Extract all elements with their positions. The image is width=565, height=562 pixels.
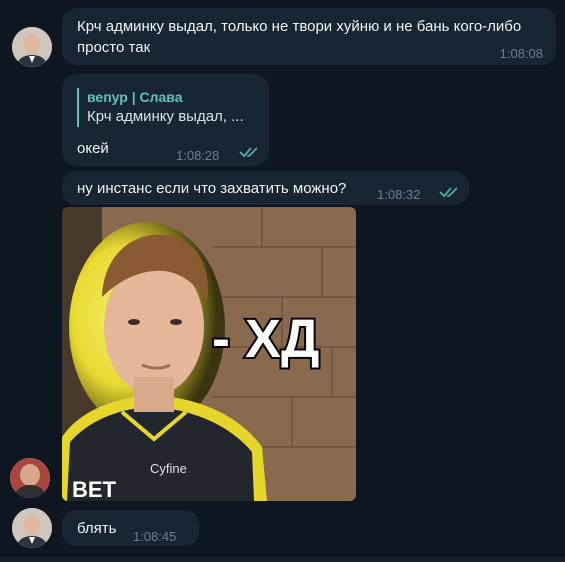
message-bubble-reply[interactable]: вепур | Слава Крч админку выдал, ... оке…: [62, 74, 269, 166]
reply-text: Крч админку выдал, ...: [87, 108, 244, 125]
composer-edge: [0, 557, 565, 562]
chat-view: Крч админку выдал, только не твори хуйню…: [0, 0, 565, 562]
avatar[interactable]: [12, 508, 52, 548]
reply-preview[interactable]: вепур | Слава Крч админку выдал, ...: [77, 88, 267, 127]
message-text: Крч админку выдал, только не твори хуйню…: [77, 18, 522, 56]
message-bubble[interactable]: Крч админку выдал, только не твори хуйню…: [62, 8, 556, 65]
message-text: окей: [77, 140, 109, 157]
message-bubble[interactable]: блять 1:08:45: [62, 510, 199, 546]
double-check-icon: [239, 144, 261, 165]
reply-author: вепур | Слава: [87, 89, 183, 105]
message-bubble[interactable]: ну инстанс если что захватить можно? 1:0…: [62, 171, 469, 205]
message-time: 1:08:08: [499, 46, 543, 61]
double-check-icon: [439, 184, 461, 205]
message-text: ну инстанс если что захватить можно?: [77, 180, 347, 197]
message-time: 1:08:32: [377, 187, 421, 202]
avatar[interactable]: [12, 27, 52, 67]
message-time: 1:08:28: [176, 148, 220, 163]
photo-message[interactable]: - ХД Cyfine BET: [62, 207, 356, 501]
message-text: блять: [77, 520, 117, 537]
avatar[interactable]: [10, 458, 50, 498]
jersey-sponsor: BET: [72, 477, 117, 501]
message-time: 1:08:45: [133, 529, 177, 544]
photo-caption: - ХД: [212, 309, 319, 369]
jersey-brand: Cyfine: [150, 461, 187, 476]
